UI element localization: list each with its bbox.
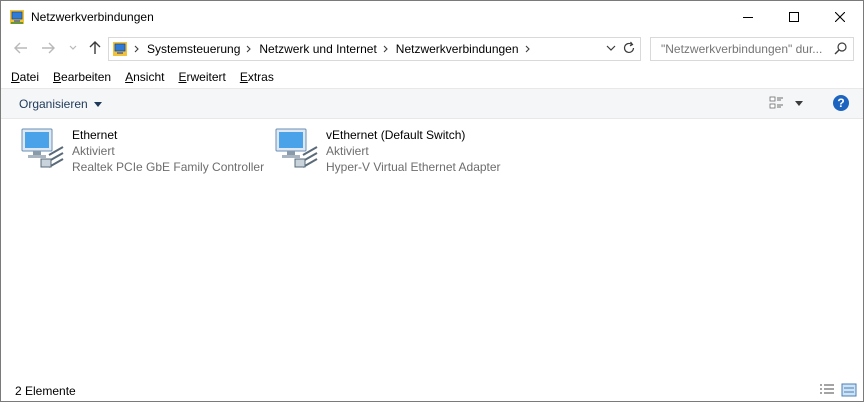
menu-accelerator: E [239,70,248,84]
menu-bearbeiten[interactable]: Bearbeiten [53,67,111,87]
chevron-right-icon [247,45,252,53]
breadcrumb-separator[interactable] [246,45,252,53]
arrow-up-icon [89,41,101,54]
recent-locations-button[interactable] [65,40,81,56]
connection-adapter: Hyper-V Virtual Ethernet Adapter [326,160,501,174]
breadcrumb-netzwerkverbindungen[interactable]: Netzwerkverbindungen [396,42,519,56]
menu-ansicht[interactable]: Ansicht [125,67,164,87]
connection-status: Aktiviert [326,144,369,158]
explorer-window: Netzwerkverbindungen Systemsteuerung Net… [0,0,864,402]
breadcrumb-systemsteuerung[interactable]: Systemsteuerung [147,42,240,56]
menu-label: earbeiten [61,70,112,84]
breadcrumb-separator[interactable] [134,45,139,53]
search-input[interactable] [659,41,833,57]
control-panel-icon [113,42,127,56]
details-view-icon[interactable] [819,383,835,397]
connection-name: Ethernet [72,128,118,142]
menu-label: atei [19,70,40,84]
address-history-dropdown[interactable] [606,42,616,57]
chevron-right-icon [525,45,530,53]
chevron-right-icon [383,45,388,53]
connections-list: Ethernet Aktiviert Realtek PCIe GbE Fami… [1,119,863,379]
refresh-icon [623,41,635,54]
menu-datei[interactable]: Datei [11,67,39,87]
network-adapter-icon [275,128,318,168]
item-count: 2 Elemente [15,384,76,398]
refresh-button[interactable] [622,41,636,58]
caret-down-icon [93,101,102,107]
menu-accelerator: B [53,70,62,84]
caret-down-icon [795,100,803,106]
menu-extras[interactable]: Extras [240,67,274,87]
close-icon [835,11,845,22]
connection-texts: Ethernet Aktiviert Realtek PCIe GbE Fami… [72,125,264,177]
breadcrumb-separator[interactable] [383,45,388,53]
network-adapter-icon [21,128,64,168]
back-button[interactable] [13,40,29,56]
up-button[interactable] [87,40,103,56]
change-view-button[interactable] [769,95,803,111]
chevron-down-icon [69,45,77,50]
menu-label: xtras [247,70,274,84]
menu-accelerator: D [11,70,20,84]
organize-label: Organisieren [19,97,88,111]
window-title: Netzwerkverbindungen [31,9,154,24]
maximize-button[interactable] [771,1,817,32]
address-bar[interactable]: Systemsteuerung Netzwerk und Internet Ne… [108,37,641,61]
organize-button[interactable]: Organisieren [19,97,102,111]
menu-accelerator: A [125,70,134,84]
menu-label: rweitert [186,70,226,84]
window-controls [725,1,863,32]
search-box[interactable] [650,37,854,61]
forward-button[interactable] [40,40,56,56]
menu-erweitert[interactable]: Erweitert [178,67,225,87]
connection-texts: vEthernet (Default Switch) Aktiviert Hyp… [326,125,501,177]
connection-adapter: Realtek PCIe GbE Family Controller [72,160,265,174]
network-connections-icon [10,9,24,24]
command-bar: Organisieren ? [1,88,863,119]
tiles-view-icon[interactable] [841,383,857,397]
view-list-icon [769,96,783,109]
help-button[interactable]: ? [833,95,849,111]
close-button[interactable] [817,1,863,32]
chevron-right-icon [134,45,139,53]
connection-item[interactable]: Ethernet Aktiviert Realtek PCIe GbE Fami… [19,125,264,177]
chevron-down-icon [606,45,616,51]
maximize-icon [789,11,799,22]
arrow-right-icon [42,42,55,54]
connection-name: vEthernet (Default Switch) [326,128,466,142]
search-icon [834,42,847,55]
help-label: ? [837,96,845,110]
breadcrumb-separator[interactable] [525,45,530,53]
connection-item[interactable]: vEthernet (Default Switch) Aktiviert Hyp… [273,125,501,177]
status-bar: 2 Elemente [1,380,863,401]
title-bar: Netzwerkverbindungen [1,1,863,32]
menu-label: nsicht [133,70,165,84]
minimize-button[interactable] [725,1,771,32]
navigation-row: Systemsteuerung Netzwerk und Internet Ne… [1,34,863,62]
menu-bar: Datei Bearbeiten Ansicht Erweitert Extra… [1,67,278,87]
connection-status: Aktiviert [72,144,115,158]
breadcrumb-netzwerk-und-internet[interactable]: Netzwerk und Internet [259,42,376,56]
minimize-icon [743,16,753,18]
arrow-left-icon [14,42,27,54]
